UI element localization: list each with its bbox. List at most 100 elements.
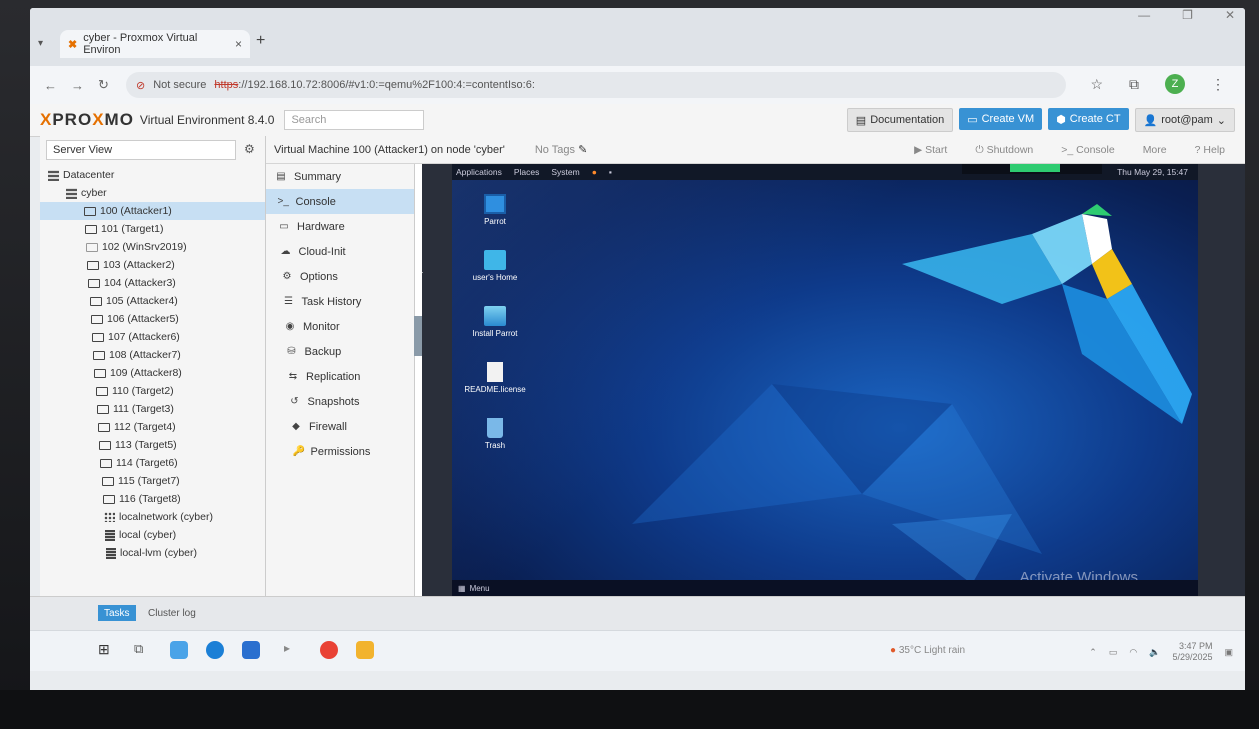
console-button[interactable]: >_ Console xyxy=(1061,144,1114,156)
tree-item[interactable]: 107 (Attacker6) xyxy=(40,328,265,346)
menu-item-permissions[interactable]: 🔑 Permissions xyxy=(266,439,414,464)
tree-item[interactable]: localnetwork (cyber) xyxy=(40,508,265,526)
places-menu[interactable]: Places xyxy=(514,167,540,177)
tree-item[interactable]: cyber xyxy=(40,184,265,202)
new-tab-button[interactable]: + xyxy=(256,32,265,50)
tree-item[interactable]: local-lvm (cyber) xyxy=(40,544,265,562)
more-menu-icon[interactable]: ⋮ xyxy=(1211,76,1225,93)
tree-item[interactable]: 103 (Attacker2) xyxy=(40,256,265,274)
menu-item-snapshots[interactable]: ↺ Snapshots xyxy=(266,389,414,414)
tab-search-icon[interactable]: ▾ xyxy=(38,38,43,49)
firefox-icon[interactable]: ● xyxy=(592,167,597,177)
menu-item-summary[interactable]: ▤ Summary xyxy=(266,164,414,189)
system-menu[interactable]: System xyxy=(551,167,579,177)
grid-icon[interactable]: ▦ xyxy=(458,584,466,593)
tree-item[interactable]: 111 (Target3) xyxy=(40,400,265,418)
menu-item-console[interactable]: >_ Console xyxy=(266,189,414,214)
tree-item[interactable]: 114 (Target6) xyxy=(40,454,265,472)
outlook-icon[interactable] xyxy=(242,641,260,659)
create-vm-button[interactable]: ▭ Create VM xyxy=(959,108,1043,130)
menu-item-hardware[interactable]: ▭ Hardware xyxy=(266,214,414,239)
maximize-icon[interactable]: ❐ xyxy=(1182,8,1193,22)
notification-icon[interactable]: ▣ xyxy=(1224,647,1233,658)
menu-item-options[interactable]: ⚙ Options xyxy=(266,264,414,289)
file-explorer-icon[interactable] xyxy=(356,641,374,659)
tree-item-label: 110 (Target2) xyxy=(112,385,174,397)
tags-label[interactable]: No Tags ✎ xyxy=(535,143,587,156)
more-button[interactable]: More xyxy=(1143,144,1167,156)
tree-item-label: local-lvm (cyber) xyxy=(120,547,198,559)
help-button[interactable]: ? Help xyxy=(1195,144,1225,156)
tab-tasks[interactable]: Tasks xyxy=(98,605,136,621)
tree-item[interactable]: 112 (Target4) xyxy=(40,418,265,436)
widgets-icon[interactable] xyxy=(170,641,188,659)
menu-item-firewall[interactable]: ◆ Firewall xyxy=(266,414,414,439)
menu-item-label: Summary xyxy=(294,170,342,183)
edge-icon[interactable] xyxy=(206,641,224,659)
back-icon[interactable]: ← xyxy=(44,78,57,93)
user-menu-button[interactable]: 👤 root@pam ⌄ xyxy=(1134,108,1235,132)
close-tab-icon[interactable]: × xyxy=(235,37,242,51)
shutdown-button[interactable]: ⏻ Shutdown xyxy=(975,144,1033,157)
tree-item[interactable]: 109 (Attacker8) xyxy=(40,364,265,382)
terminal-icon[interactable]: ▪ xyxy=(609,167,612,177)
desktop-icon-trash[interactable]: Trash xyxy=(460,418,530,450)
battery-icon[interactable]: ▭ xyxy=(1109,647,1118,658)
folder-icon xyxy=(484,250,506,270)
menu-item-replication[interactable]: ⇆ Replication xyxy=(266,364,414,389)
start-button[interactable]: ▶ Start xyxy=(914,144,947,156)
search-input[interactable]: Search xyxy=(284,110,425,130)
close-window-icon[interactable]: ✕ xyxy=(1225,8,1235,22)
tree-item[interactable]: local (cyber) xyxy=(40,526,265,544)
desktop-icon-readme[interactable]: README.license xyxy=(460,362,530,394)
url-scheme: https xyxy=(214,79,239,91)
vm-menu-button[interactable]: Menu xyxy=(470,584,490,593)
menu-item-cloud-init[interactable]: ☁ Cloud-Init xyxy=(266,239,414,264)
gear-icon[interactable]: ⚙ xyxy=(244,142,255,156)
minimize-icon[interactable]: — xyxy=(1138,8,1150,22)
windows-start-icon[interactable]: ⊞ xyxy=(98,641,116,659)
reload-icon[interactable]: ↻ xyxy=(98,77,109,93)
menu-item-task-history[interactable]: ☰ Task History xyxy=(266,289,414,314)
chevron-up-icon[interactable]: ⌃ xyxy=(1089,647,1097,658)
vm-console[interactable]: ➤ Applications Places System ● ▪ Thu May… xyxy=(422,164,1245,596)
app-icon[interactable]: ▸ xyxy=(284,641,302,659)
browser-tab[interactable]: ✖ cyber - Proxmox Virtual Environ × xyxy=(60,30,250,58)
create-ct-button[interactable]: ⬢ Create CT xyxy=(1048,108,1129,130)
menu-item-monitor[interactable]: ◉ Monitor xyxy=(266,314,414,339)
tree-item[interactable]: 105 (Attacker4) xyxy=(40,292,265,310)
applications-menu[interactable]: Applications xyxy=(456,167,502,177)
desktop-icon-install[interactable]: Install Parrot xyxy=(460,306,530,338)
file-icon xyxy=(487,362,503,382)
tree-item[interactable]: 102 (WinSrv2019) xyxy=(40,238,265,256)
profile-avatar[interactable]: Z xyxy=(1165,74,1185,94)
tree-item[interactable]: 106 (Attacker5) xyxy=(40,310,265,328)
collapse-handle[interactable] xyxy=(414,316,422,356)
forward-icon[interactable]: → xyxy=(71,78,84,93)
weather-widget[interactable]: ● 35°C Light rain xyxy=(890,645,965,656)
parrot-desktop[interactable]: Applications Places System ● ▪ Thu May 2… xyxy=(452,164,1198,596)
tree-item[interactable]: 101 (Target1) xyxy=(40,220,265,238)
tree-item[interactable]: Datacenter xyxy=(40,166,265,184)
tree-item[interactable]: 110 (Target2) xyxy=(40,382,265,400)
wifi-icon[interactable]: ◠ xyxy=(1129,647,1137,658)
tab-cluster-log[interactable]: Cluster log xyxy=(142,605,202,621)
desktop-icon-home[interactable]: user's Home xyxy=(460,250,530,282)
chrome-icon[interactable] xyxy=(320,641,338,659)
tree-item[interactable]: 116 (Target8) xyxy=(40,490,265,508)
extensions-icon[interactable]: ⧉ xyxy=(1129,76,1139,93)
clock-widget[interactable]: 3:47 PM 5/29/2025 xyxy=(1172,641,1212,663)
menu-item-backup[interactable]: ⛁ Backup xyxy=(266,339,414,364)
tree-item[interactable]: 100 (Attacker1) xyxy=(40,202,265,220)
bookmark-star-icon[interactable]: ☆ xyxy=(1090,76,1103,93)
address-bar[interactable]: ⊘ Not secure https://192.168.10.72:8006/… xyxy=(126,72,1066,98)
tree-item[interactable]: 104 (Attacker3) xyxy=(40,274,265,292)
tree-item[interactable]: 115 (Target7) xyxy=(40,472,265,490)
task-view-icon[interactable]: ⧉ xyxy=(134,641,152,659)
desktop-icon-parrot[interactable]: Parrot xyxy=(460,194,530,226)
server-view-select[interactable]: Server View xyxy=(46,140,236,160)
tree-item[interactable]: 113 (Target5) xyxy=(40,436,265,454)
volume-icon[interactable]: 🔈 xyxy=(1149,647,1160,658)
tree-item[interactable]: 108 (Attacker7) xyxy=(40,346,265,364)
documentation-button[interactable]: ▤ Documentation xyxy=(846,108,954,132)
